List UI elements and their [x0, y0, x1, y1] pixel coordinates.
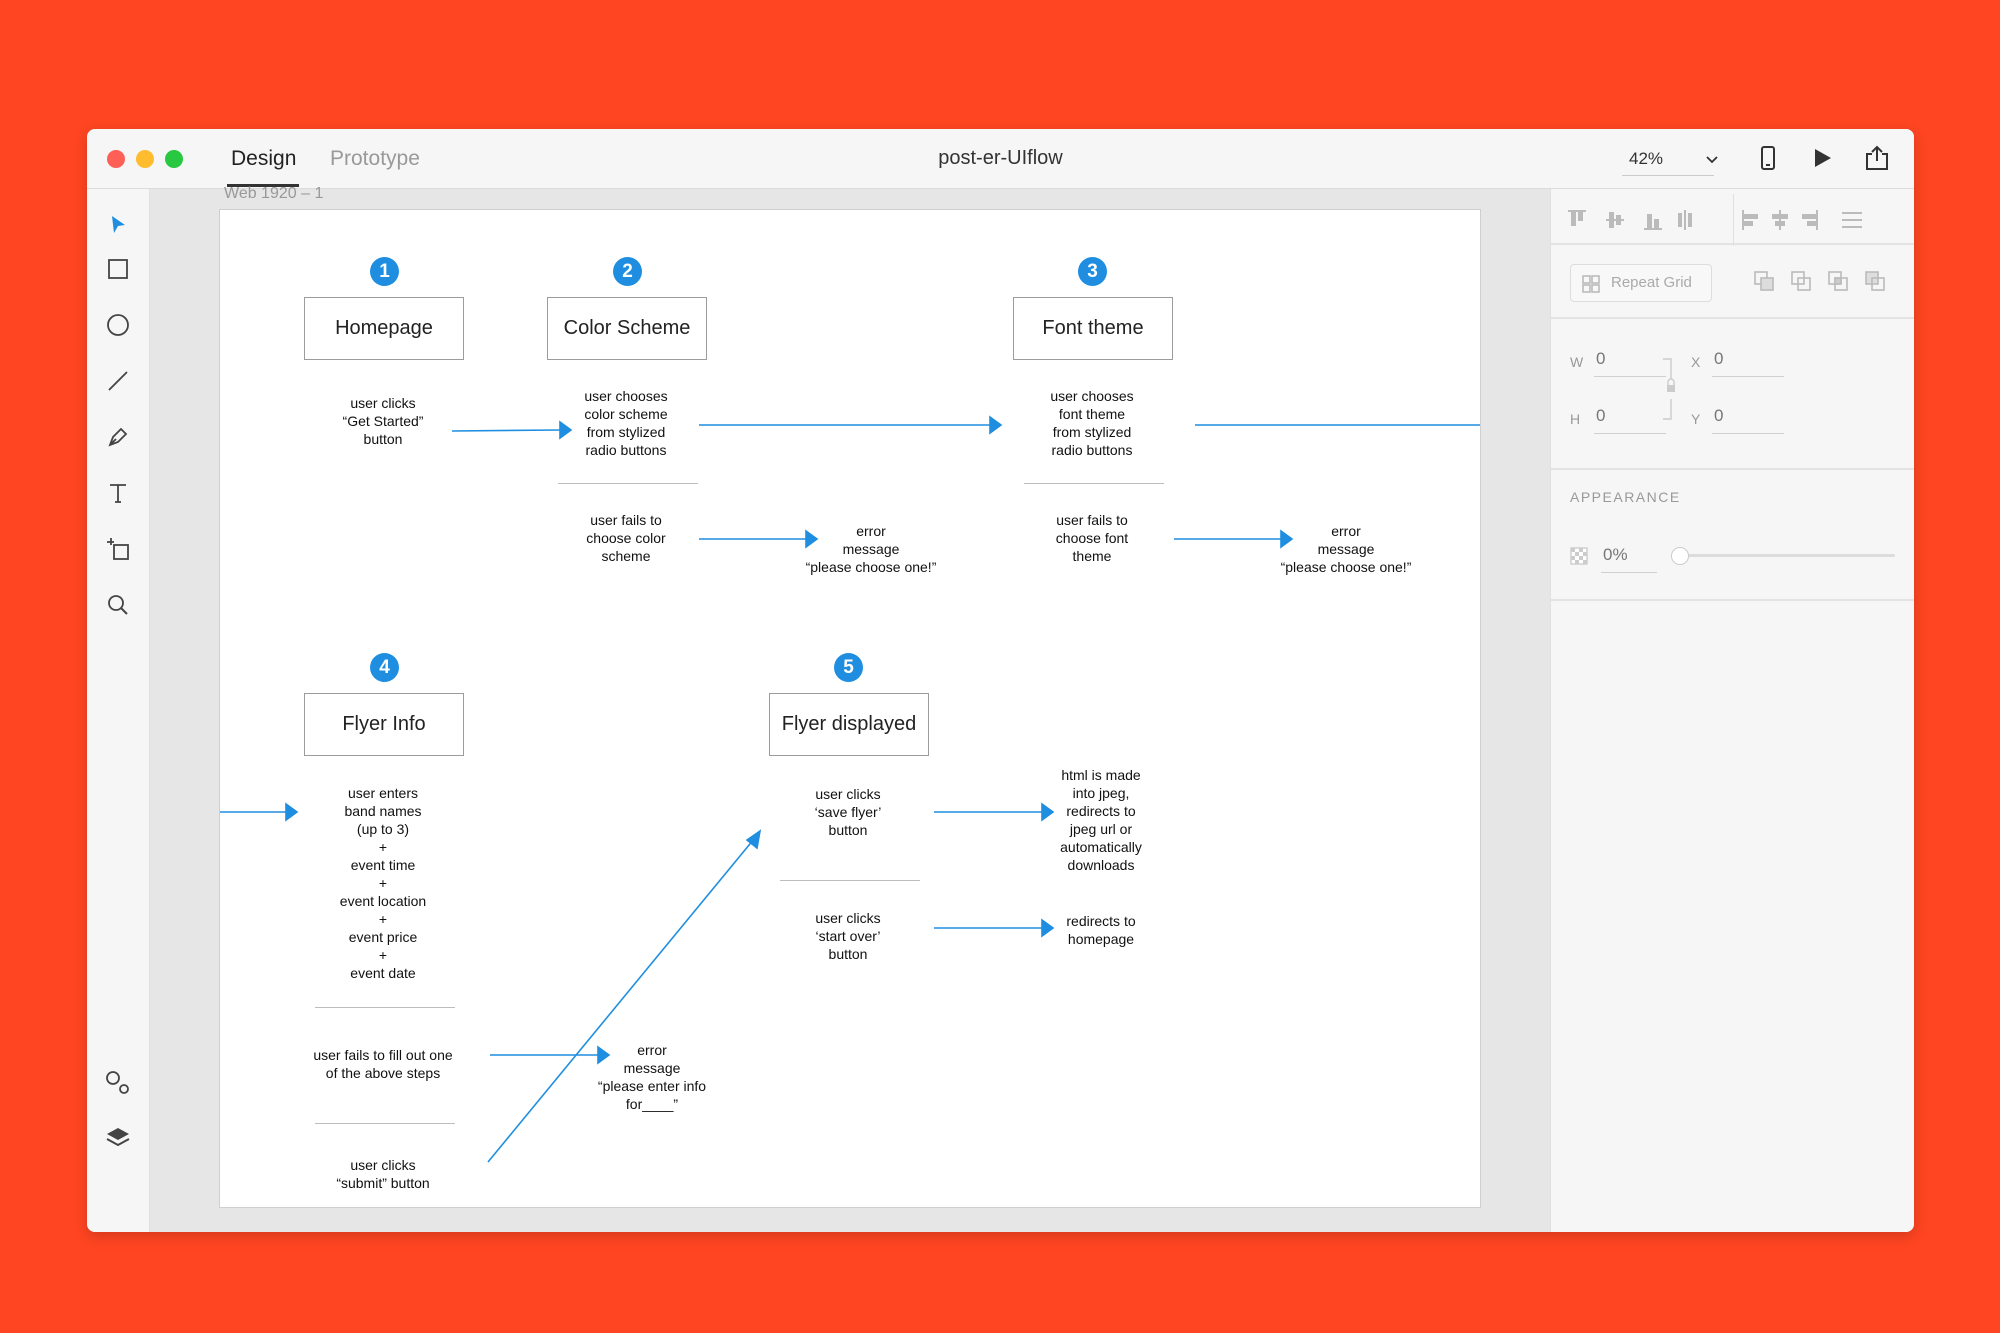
- symbols-tool[interactable]: [103, 1068, 133, 1098]
- line-tool[interactable]: [103, 366, 133, 396]
- font-fail-note: user fails to choose font theme: [1055, 512, 1129, 564]
- app-window: Design Prototype post-er-UIflow 42% Web …: [87, 129, 1914, 1232]
- opacity-field-underline: [1601, 572, 1657, 573]
- save-action-note: user clicks ‘save flyer’ button: [814, 786, 882, 838]
- startover-action-note: user clicks ‘start over’ button: [815, 910, 881, 962]
- device-preview-icon[interactable]: [1757, 145, 1779, 171]
- zoom-underline: [1622, 175, 1714, 176]
- pen-tool[interactable]: [103, 422, 133, 452]
- layers-icon: [106, 1128, 130, 1147]
- width-field[interactable]: 0: [1596, 349, 1605, 369]
- repeat-grid-label: Repeat Grid: [1611, 274, 1692, 291]
- opacity-checker-icon: [1570, 547, 1588, 565]
- zoom-tool[interactable]: [103, 590, 133, 620]
- divider: [1733, 194, 1734, 246]
- text-tool[interactable]: [103, 478, 133, 508]
- divider: [315, 1007, 455, 1008]
- properties-panel: Repeat Grid W 0 H 0 X 0 Y 0 APPEARANCE 0…: [1550, 189, 1914, 1232]
- repeat-grid-button[interactable]: Repeat Grid: [1570, 264, 1712, 302]
- panel-divider: [1551, 599, 1914, 601]
- artboard-tool[interactable]: [103, 534, 133, 564]
- y-field-underline: [1712, 433, 1784, 434]
- zoom-level[interactable]: 42%: [1629, 149, 1663, 169]
- panel-divider: [1551, 468, 1914, 470]
- screen-box-flyer-displayed[interactable]: Flyer displayed: [769, 693, 929, 756]
- appearance-heading: APPEARANCE: [1570, 489, 1681, 505]
- info-submit-note: user clicks “submit” button: [336, 1157, 430, 1191]
- step-number-badge: 5: [834, 653, 863, 682]
- screen-box-homepage[interactable]: Homepage: [304, 297, 464, 360]
- play-icon[interactable]: [1811, 147, 1833, 169]
- align-controls[interactable]: [1566, 207, 1890, 233]
- panel-divider: [1551, 243, 1914, 245]
- zoom-icon: [108, 595, 128, 615]
- x-field[interactable]: 0: [1714, 349, 1723, 369]
- ellipse-icon: [107, 314, 129, 336]
- tools-sidebar: [87, 189, 150, 1232]
- startover-result-note: redirects to homepage: [1066, 913, 1136, 947]
- opacity-field[interactable]: 0%: [1603, 545, 1628, 565]
- width-label: W: [1570, 354, 1584, 370]
- divider: [558, 483, 698, 484]
- info-action-note: user enters band names (up to 3) + event…: [339, 785, 427, 981]
- width-field-underline: [1594, 376, 1666, 377]
- text-icon: [110, 484, 126, 503]
- x-label: X: [1691, 354, 1701, 370]
- info-error-note: error message “please enter info for____…: [597, 1042, 707, 1112]
- color-fail-note: user fails to choose color scheme: [586, 512, 666, 564]
- opacity-slider-handle[interactable]: [1671, 547, 1689, 565]
- color-action-note: user chooses color scheme from stylized …: [584, 388, 668, 458]
- step-number-badge: 2: [613, 257, 642, 286]
- artboard-label[interactable]: Web 1920 – 1: [224, 185, 323, 203]
- step-number-badge: 4: [370, 653, 399, 682]
- share-icon[interactable]: [1864, 144, 1890, 172]
- divider: [780, 880, 920, 881]
- info-fail-note: user fails to fill out one of the above …: [313, 1047, 453, 1081]
- grid-icon: [1582, 275, 1600, 293]
- rectangle-tool[interactable]: [103, 254, 133, 284]
- ellipse-tool[interactable]: [103, 310, 133, 340]
- height-label: H: [1570, 411, 1581, 427]
- screen-box-flyer-info[interactable]: Flyer Info: [304, 693, 464, 756]
- screen-box-font-theme[interactable]: Font theme: [1013, 297, 1173, 360]
- layers-tool[interactable]: [103, 1123, 133, 1153]
- artboard[interactable]: 1 2 3 4 5 Homepage Color Scheme Font the…: [219, 209, 1481, 1208]
- divider: [1024, 483, 1164, 484]
- save-result-note: html is made into jpeg, redirects to jpe…: [1060, 767, 1142, 873]
- opacity-slider-track[interactable]: [1677, 554, 1895, 557]
- chevron-down-icon[interactable]: [1704, 151, 1720, 167]
- title-bar: Design Prototype post-er-UIflow 42%: [87, 129, 1914, 189]
- line-icon: [108, 371, 128, 391]
- font-action-note: user chooses font theme from stylized ra…: [1050, 388, 1134, 458]
- height-field-underline: [1594, 433, 1666, 434]
- step-number-badge: 1: [370, 257, 399, 286]
- y-label: Y: [1691, 411, 1701, 427]
- font-error-note: error message “please choose one!”: [1280, 523, 1412, 575]
- arrow-line: [487, 838, 755, 1163]
- panel-divider: [1551, 317, 1914, 319]
- height-field[interactable]: 0: [1596, 406, 1605, 426]
- x-field-underline: [1712, 376, 1784, 377]
- divider: [315, 1123, 455, 1124]
- boolean-ops[interactable]: [1753, 269, 1893, 295]
- home-action-note: user clicks “Get Started” button: [342, 395, 424, 447]
- color-error-note: error message “please choose one!”: [805, 523, 937, 575]
- select-tool[interactable]: [103, 210, 133, 240]
- step-number-badge: 3: [1078, 257, 1107, 286]
- screen-box-color-scheme[interactable]: Color Scheme: [547, 297, 707, 360]
- symbols-icon: [106, 1071, 129, 1094]
- select-icon: [112, 216, 125, 233]
- pen-icon: [108, 427, 128, 447]
- y-field[interactable]: 0: [1714, 406, 1723, 426]
- artboard-icon: [107, 538, 129, 560]
- rectangle-icon: [108, 259, 128, 279]
- lock-aspect-icon[interactable]: [1661, 357, 1679, 421]
